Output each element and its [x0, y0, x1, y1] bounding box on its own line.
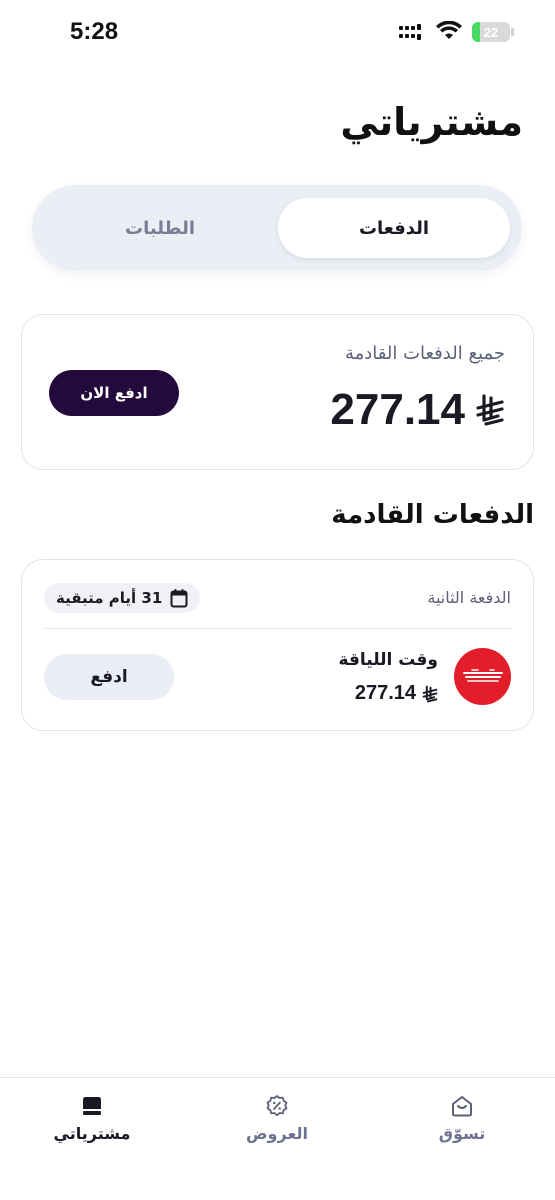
- riyal-icon: [422, 685, 438, 702]
- days-remaining-badge: 31 أيام متبقية: [44, 583, 201, 613]
- tab-payments[interactable]: الدفعات: [278, 198, 510, 258]
- purchases-icon: [83, 1097, 101, 1115]
- installment-amount: 277.14: [355, 682, 438, 705]
- calendar-icon: [170, 589, 188, 608]
- nav-item-offers[interactable]: العروض: [207, 1094, 347, 1154]
- nav-label-offers: العروض: [246, 1124, 308, 1143]
- summary-label: جميع الدفعات القادمة: [344, 343, 505, 364]
- merchant-name: وقت اللياقة: [338, 650, 438, 670]
- nav-item-purchases[interactable]: مشترياتي: [22, 1094, 162, 1154]
- status-time: 5:28: [70, 18, 119, 45]
- riyal-icon: [476, 394, 504, 426]
- battery-level: 22: [483, 24, 499, 40]
- installment-card: الدفعة الثانية 31 أيام متبقية وقت اللياق…: [21, 559, 534, 731]
- nav-item-shop[interactable]: تسوّق: [392, 1094, 532, 1154]
- card-divider: [44, 628, 511, 629]
- nav-label-shop: تسوّق: [438, 1124, 486, 1143]
- discount-icon: [266, 1095, 288, 1117]
- page-title: مشترياتي: [340, 100, 523, 144]
- battery-cap: [511, 28, 514, 36]
- pay-now-button[interactable]: ادفع الان: [49, 370, 179, 416]
- tab-orders[interactable]: الطلبات: [44, 198, 276, 258]
- fitness-time-logo-mark: [462, 668, 503, 682]
- signal-icon: [399, 24, 421, 40]
- nav-label-purchases: مشترياتي: [53, 1124, 131, 1143]
- installment-label: الدفعة الثانية: [427, 588, 511, 607]
- installment-amount-value: 277.14: [354, 682, 416, 704]
- days-remaining-text: 31 أيام متبقية: [56, 589, 163, 607]
- purchases-screen: 5:28 22 مشترياتي الدفعات الطلبات جميع ال…: [0, 0, 555, 1200]
- summary-amount: 277.14: [330, 385, 505, 435]
- wifi-icon: [436, 21, 462, 39]
- bottom-navigation: تسوّق العروض مشترياتي: [0, 1077, 555, 1200]
- summary-amount-value: 277.14: [330, 385, 465, 434]
- upcoming-payments-summary-card: جميع الدفعات القادمة 277.14 ادفع الان: [21, 314, 534, 470]
- upcoming-payments-title: الدفعات القادمة: [331, 500, 534, 530]
- status-bar: 5:28 22: [0, 0, 555, 66]
- battery-icon: 22: [472, 22, 510, 42]
- fitness-time-logo: [454, 648, 511, 705]
- pay-installment-button[interactable]: ادفع: [44, 654, 174, 700]
- segmented-tabs: الدفعات الطلبات: [32, 185, 522, 271]
- shop-icon: [452, 1096, 472, 1117]
